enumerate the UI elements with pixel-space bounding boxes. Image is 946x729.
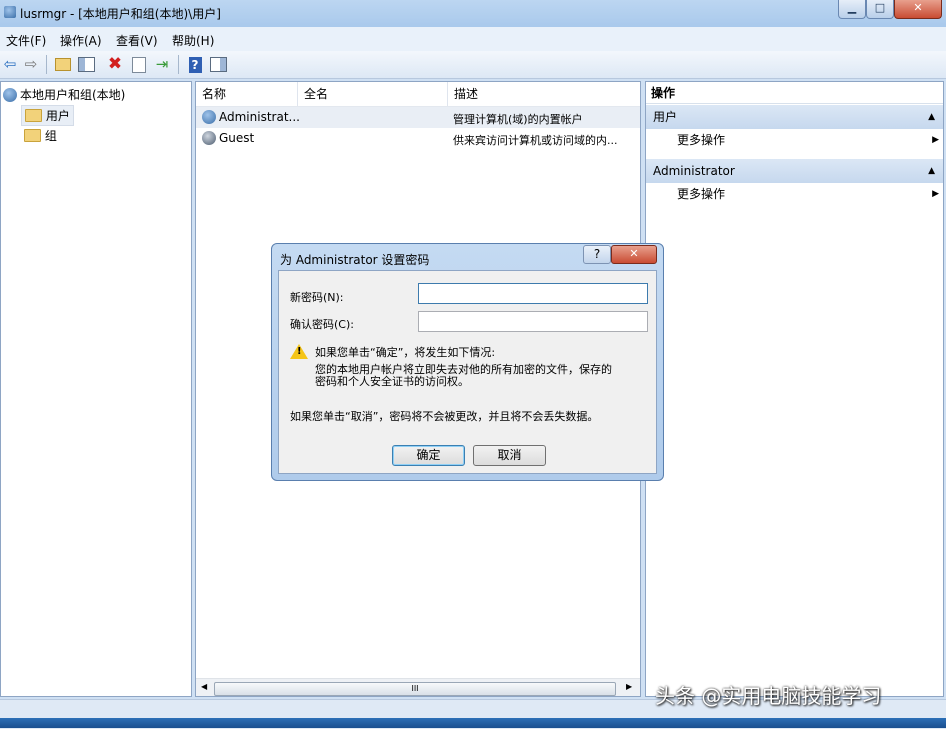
action-more-actions[interactable]: 更多操作 ▶ bbox=[677, 130, 939, 150]
taskbar-edge bbox=[0, 718, 946, 728]
menu-action[interactable]: 操作(A) bbox=[60, 32, 102, 49]
action-section-administrator[interactable]: Administrator ▲ bbox=[646, 159, 943, 183]
new-password-label: 新密码(N): bbox=[290, 291, 344, 304]
collapse-icon[interactable]: ▲ bbox=[928, 159, 935, 183]
list-header: 名称 全名 描述 bbox=[196, 82, 640, 107]
menu-file[interactable]: 文件(F) bbox=[6, 32, 46, 49]
back-icon[interactable]: ⇦ bbox=[1, 55, 19, 73]
horizontal-scrollbar[interactable]: ◀ III ▶ bbox=[196, 678, 640, 696]
table-row[interactable]: Guest 供来宾访问计算机或访问域的内... bbox=[196, 128, 640, 149]
tree-item-groups[interactable]: 组 bbox=[21, 126, 60, 145]
tree-item-users[interactable]: 用户 bbox=[21, 105, 74, 126]
forward-icon[interactable]: ⇨ bbox=[22, 55, 40, 73]
action-pane: 操作 用户 ▲ 更多操作 ▶ Administrator ▲ 更多操作 ▶ bbox=[645, 81, 944, 697]
toolbar-separator bbox=[178, 55, 179, 74]
dialog-body: 新密码(N): 确认密码(C): ! 如果您单击“确定”，将发生如下情况: 您的… bbox=[278, 270, 657, 474]
user-description: 供来宾访问计算机或访问域的内... bbox=[453, 134, 618, 147]
confirm-password-field[interactable] bbox=[418, 311, 648, 332]
warning-icon-mark: ! bbox=[297, 346, 302, 357]
action-section-title: Administrator bbox=[653, 164, 735, 178]
maximize-button[interactable]: □ bbox=[866, 0, 894, 19]
cancel-note: 如果您单击“取消”，密码将不会被更改，并且将不会丢失数据。 bbox=[290, 410, 599, 423]
dialog-close-button[interactable]: ✕ bbox=[611, 245, 657, 264]
column-header-name[interactable]: 名称 bbox=[196, 82, 298, 106]
folder-icon bbox=[24, 129, 41, 142]
scroll-right-icon[interactable]: ▶ bbox=[626, 682, 632, 691]
tree-root-label: 本地用户和组(本地) bbox=[20, 88, 126, 102]
scroll-left-icon[interactable]: ◀ bbox=[201, 682, 207, 691]
action-section-users[interactable]: 用户 ▲ bbox=[646, 105, 943, 129]
user-name: Administrat... bbox=[219, 110, 300, 124]
warning-title: 如果您单击“确定”，将发生如下情况: bbox=[315, 346, 496, 359]
menu-help[interactable]: 帮助(H) bbox=[172, 32, 214, 49]
set-password-dialog: 为 Administrator 设置密码 ? ✕ 新密码(N): 确认密码(C)… bbox=[271, 243, 664, 481]
export-icon[interactable]: ⇥ bbox=[153, 55, 171, 73]
show-hide-tree-icon[interactable] bbox=[77, 55, 95, 73]
window-title: lusrmgr - [本地用户和组(本地)\用户] bbox=[20, 7, 221, 21]
scroll-thumb[interactable]: III bbox=[214, 682, 616, 696]
toolbar-separator bbox=[46, 55, 47, 74]
confirm-password-label: 确认密码(C): bbox=[290, 318, 354, 331]
users-groups-icon bbox=[3, 87, 17, 102]
warning-line-2: 密码和个人安全证书的访问权。 bbox=[315, 375, 469, 388]
action-pane-header: 操作 bbox=[646, 82, 943, 104]
column-header-description[interactable]: 描述 bbox=[448, 82, 640, 106]
user-description: 管理计算机(域)的内置帐户 bbox=[453, 113, 583, 126]
title-bar: lusrmgr - [本地用户和组(本地)\用户] ▁ □ ✕ bbox=[0, 0, 946, 27]
tree-pane: 本地用户和组(本地) 用户 组 bbox=[0, 81, 192, 697]
dialog-title: 为 Administrator 设置密码 bbox=[280, 253, 430, 267]
user-name: Guest bbox=[219, 131, 255, 145]
new-password-field[interactable] bbox=[418, 283, 648, 304]
user-icon bbox=[202, 109, 219, 125]
action-section-title: 用户 bbox=[653, 110, 678, 124]
cancel-button[interactable]: 取消 bbox=[473, 445, 546, 466]
action-item-label: 更多操作 bbox=[677, 187, 726, 201]
submenu-arrow-icon: ▶ bbox=[932, 135, 939, 145]
up-folder-icon[interactable] bbox=[54, 55, 72, 73]
tree-item-label: 组 bbox=[44, 129, 57, 143]
action-item-label: 更多操作 bbox=[677, 133, 726, 147]
toolbar: ⇦ ⇨ ✖ ⇥ ? bbox=[0, 51, 946, 79]
close-button[interactable]: ✕ bbox=[894, 0, 942, 19]
app-icon bbox=[4, 6, 16, 18]
help-icon[interactable]: ? bbox=[186, 55, 204, 73]
column-header-fullname[interactable]: 全名 bbox=[298, 82, 448, 106]
table-row[interactable]: Administrat... 管理计算机(域)的内置帐户 bbox=[196, 107, 640, 128]
tree-root[interactable]: 本地用户和组(本地) bbox=[3, 86, 125, 103]
user-icon bbox=[202, 130, 219, 146]
delete-icon[interactable]: ✖ bbox=[106, 55, 124, 73]
action-more-actions[interactable]: 更多操作 ▶ bbox=[677, 184, 939, 204]
ok-button[interactable]: 确定 bbox=[392, 445, 465, 466]
show-hide-action-icon[interactable] bbox=[209, 55, 227, 73]
menu-bar: 文件(F) 操作(A) 查看(V) 帮助(H) bbox=[0, 27, 946, 52]
help-button[interactable]: ? bbox=[583, 245, 611, 264]
tree-item-label: 用户 bbox=[45, 109, 70, 123]
menu-view[interactable]: 查看(V) bbox=[116, 32, 158, 49]
properties-icon[interactable] bbox=[130, 55, 148, 73]
minimize-button[interactable]: ▁ bbox=[838, 0, 866, 19]
folder-icon bbox=[25, 109, 42, 122]
watermark-text: 头条 @实用电脑技能学习 bbox=[655, 684, 882, 708]
collapse-icon[interactable]: ▲ bbox=[928, 105, 935, 129]
submenu-arrow-icon: ▶ bbox=[932, 189, 939, 199]
